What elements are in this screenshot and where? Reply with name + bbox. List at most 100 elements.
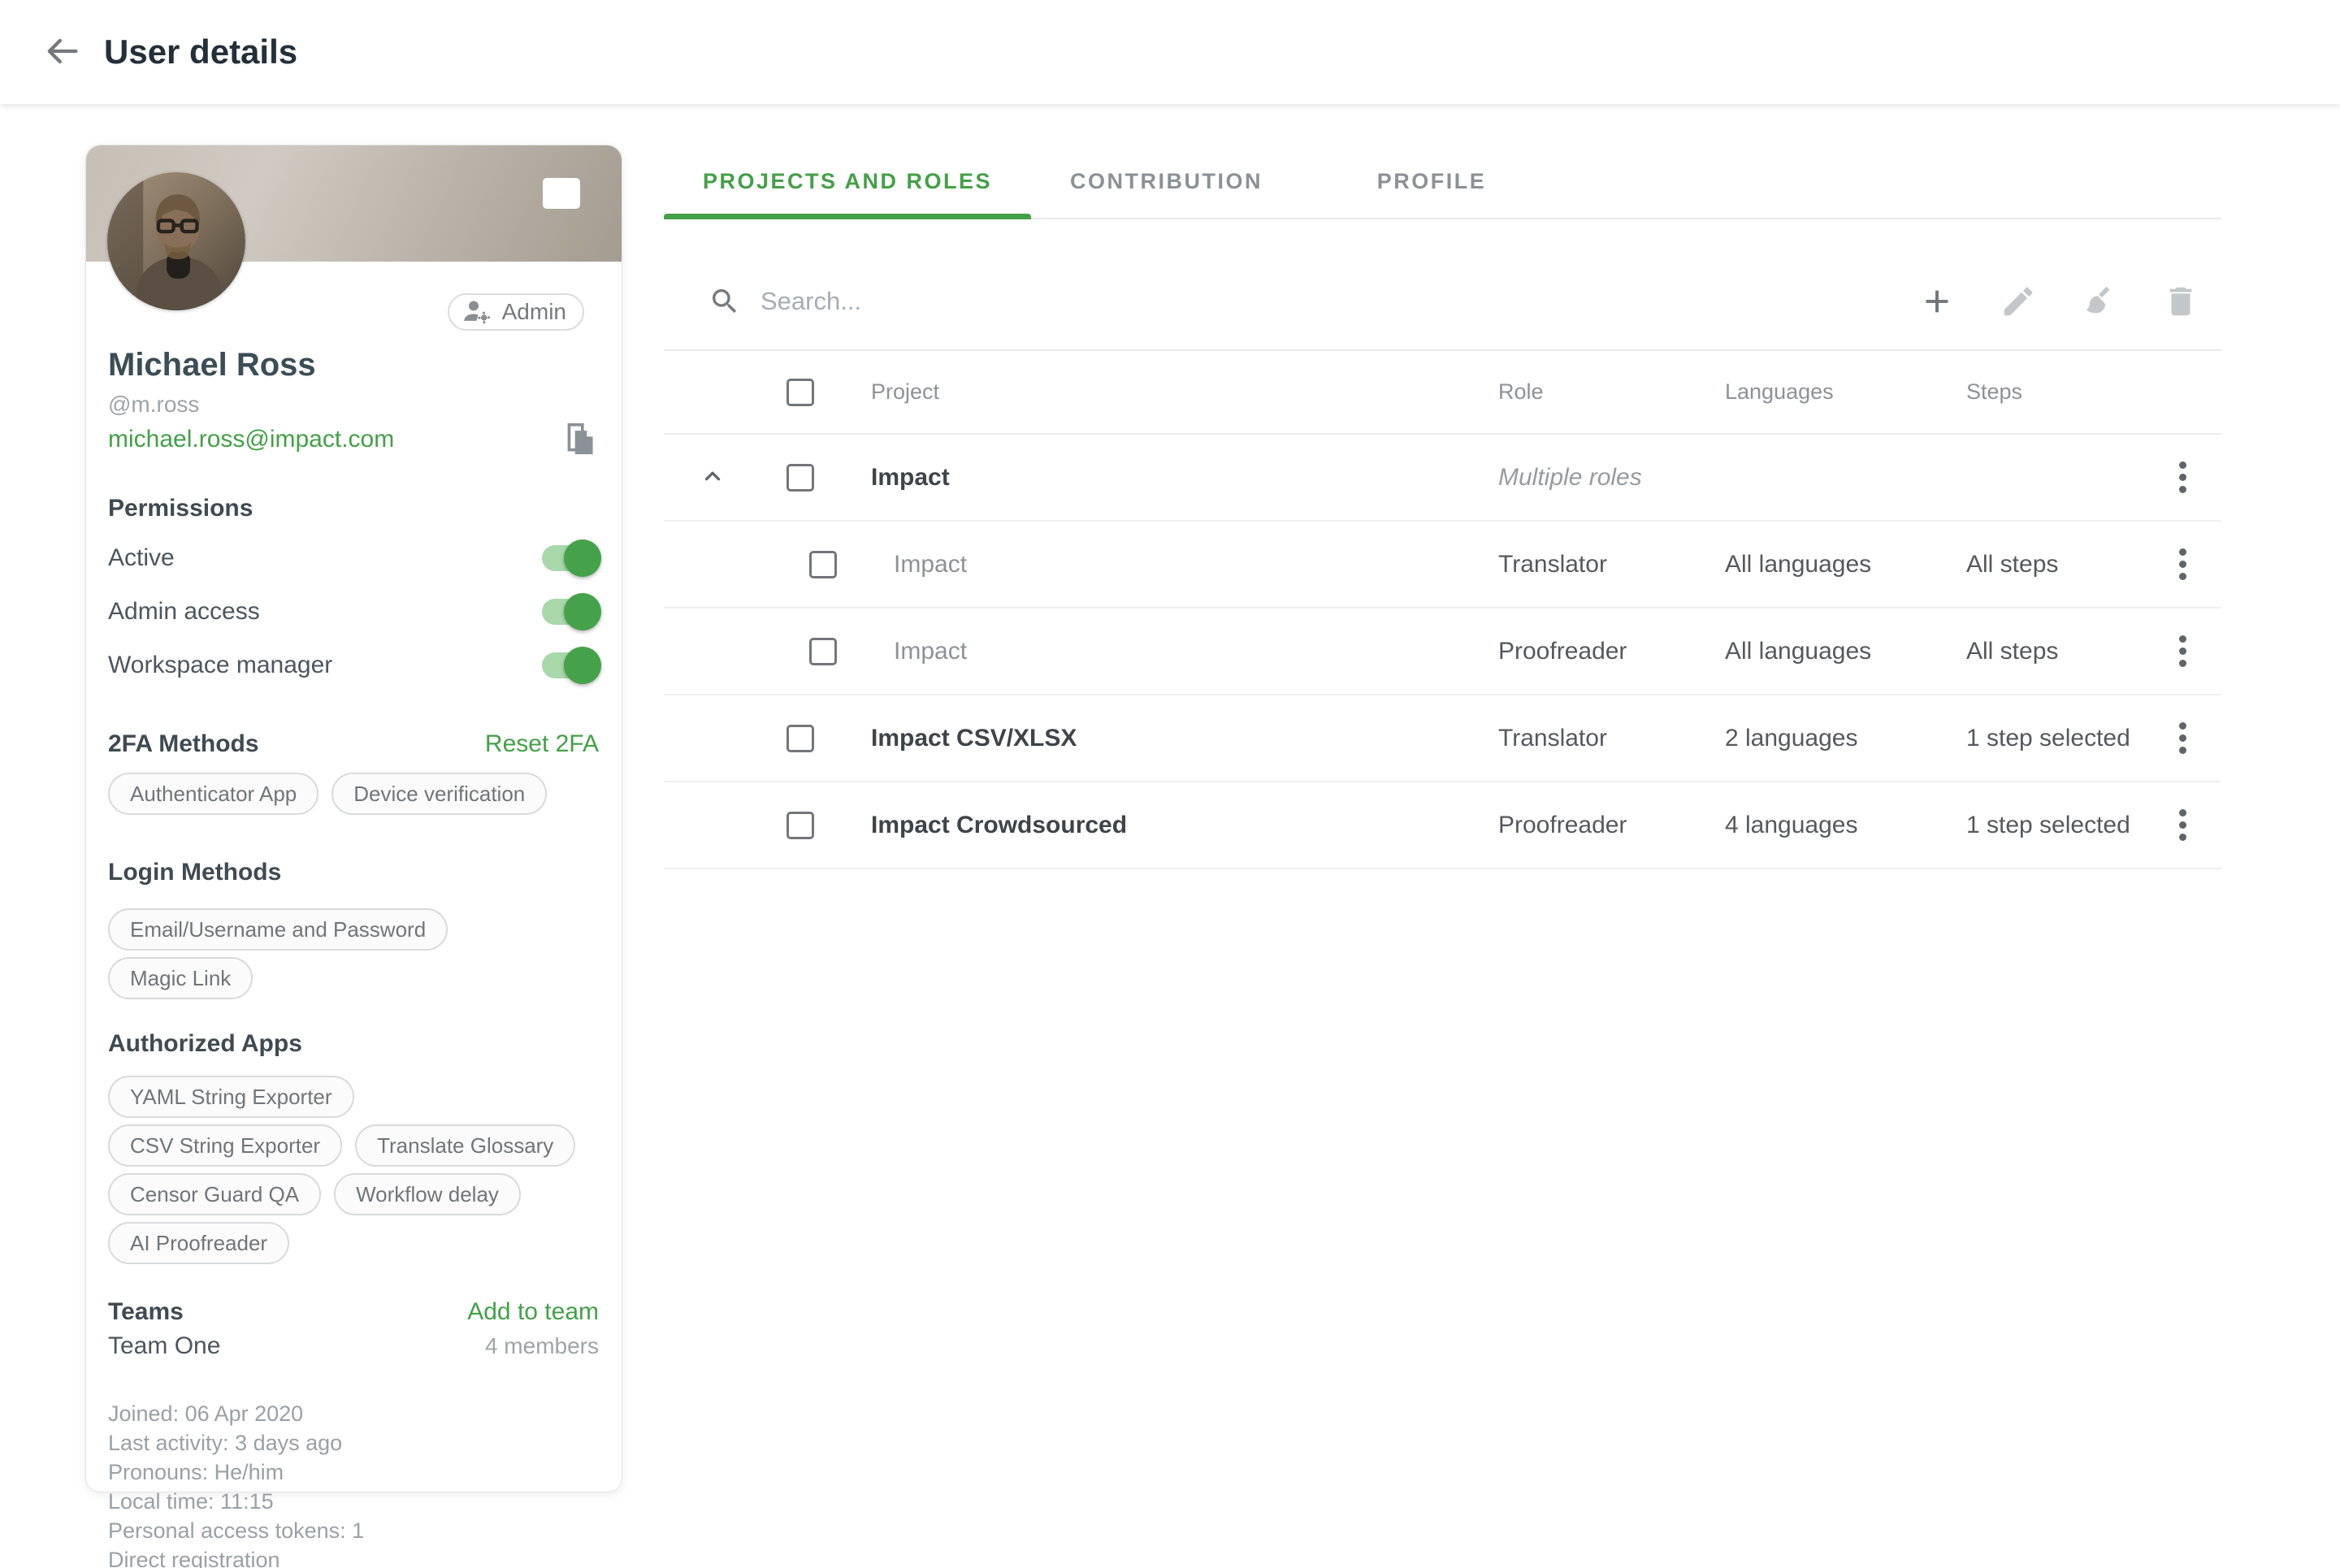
table-row: Impact Translator All languages All step…: [664, 522, 2221, 609]
permission-row-active: Active: [108, 535, 599, 581]
projects-panel: PROJECTS AND ROLES CONTRIBUTION PROFILE: [664, 145, 2221, 869]
workspace-manager-toggle[interactable]: [542, 652, 599, 678]
active-toggle[interactable]: [542, 545, 599, 571]
send-email-button[interactable]: [542, 176, 581, 210]
project-name: Impact: [871, 464, 1498, 492]
row-menu-button[interactable]: [2163, 458, 2202, 497]
user-email-link[interactable]: michael.ross@impact.com: [108, 426, 394, 453]
row-checkbox[interactable]: [786, 725, 814, 752]
tab-profile[interactable]: PROFILE: [1302, 145, 1562, 218]
table-actions: [1918, 282, 2200, 321]
column-header-role: Role: [1498, 379, 1725, 405]
steps-value: All steps: [1966, 551, 2156, 578]
permission-row-admin-access: Admin access: [108, 589, 599, 635]
search-icon: [708, 285, 741, 318]
column-header-languages: Languages: [1725, 379, 1966, 405]
admin-badge-label: Admin: [502, 299, 566, 325]
table-row: Impact Multiple roles: [664, 435, 2221, 522]
login-method-chip: Magic Link: [108, 957, 253, 999]
twofa-chip: Authenticator App: [108, 773, 318, 815]
steps-value: 1 step selected: [1966, 812, 2156, 839]
authorized-app-chip: AI Proofreader: [108, 1222, 289, 1264]
project-name: Impact: [871, 638, 1498, 665]
login-methods-heading: Login Methods: [108, 857, 599, 888]
clean-button[interactable]: [2080, 282, 2119, 321]
collapse-row-button[interactable]: [695, 460, 730, 496]
meta-registration: Direct registration: [108, 1545, 599, 1568]
row-checkbox[interactable]: [786, 464, 814, 492]
role-value: Proofreader: [1498, 638, 1725, 665]
select-all-checkbox[interactable]: [786, 379, 814, 406]
row-checkbox[interactable]: [809, 551, 837, 578]
row-menu-button[interactable]: [2163, 806, 2202, 845]
column-header-project: Project: [871, 379, 1498, 405]
meta-pronouns: Pronouns: He/him: [108, 1458, 599, 1487]
team-member-count: 4 members: [485, 1333, 599, 1359]
plus-icon: [1918, 283, 1956, 320]
languages-value: 4 languages: [1725, 812, 1966, 839]
languages-value: All languages: [1725, 551, 1966, 578]
back-button[interactable]: [39, 29, 84, 75]
row-menu-button[interactable]: [2163, 719, 2202, 758]
row-checkbox[interactable]: [786, 812, 814, 839]
row-menu-button[interactable]: [2163, 545, 2202, 584]
project-name: Impact: [871, 551, 1498, 578]
trash-icon: [2162, 283, 2199, 320]
twofa-heading: 2FA Methods: [108, 729, 259, 760]
meta-access-tokens: Personal access tokens: 1: [108, 1516, 599, 1545]
delete-button[interactable]: [2161, 282, 2200, 321]
table-toolbar: [664, 253, 2221, 351]
team-name: Team One: [108, 1332, 220, 1360]
project-name: Impact CSV/XLSX: [871, 725, 1498, 752]
copy-email-button[interactable]: [563, 422, 599, 457]
tab-projects-and-roles[interactable]: PROJECTS AND ROLES: [664, 145, 1031, 218]
login-method-chips: Email/Username and Password Magic Link: [108, 908, 599, 999]
meta-joined: Joined: 06 Apr 2020: [108, 1399, 599, 1428]
edit-button[interactable]: [1999, 282, 2038, 321]
envelope-icon: [542, 176, 581, 210]
add-to-team-link[interactable]: Add to team: [467, 1298, 599, 1326]
languages-value: All languages: [1725, 638, 1966, 665]
tab-bar: PROJECTS AND ROLES CONTRIBUTION PROFILE: [664, 145, 2221, 219]
pencil-icon: [2000, 283, 2037, 320]
login-method-chip: Email/Username and Password: [108, 908, 448, 951]
steps-value: All steps: [1966, 638, 2156, 665]
tab-contribution[interactable]: CONTRIBUTION: [1031, 145, 1302, 218]
table-row: Impact Proofreader All languages All ste…: [664, 609, 2221, 695]
app-bar: User details: [0, 0, 2340, 104]
row-checkbox[interactable]: [809, 638, 837, 665]
table-row: Impact CSV/XLSX Translator 2 languages 1…: [664, 695, 2221, 782]
authorized-app-chip: CSV String Exporter: [108, 1124, 342, 1167]
twofa-chip: Device verification: [332, 773, 547, 815]
reset-2fa-link[interactable]: Reset 2FA: [485, 730, 599, 758]
authorized-apps-heading: Authorized Apps: [108, 1029, 599, 1059]
table-row: Impact Crowdsourced Proofreader 4 langua…: [664, 782, 2221, 869]
user-username: @m.ross: [108, 391, 599, 418]
copy-icon: [565, 422, 597, 457]
admin-badge: Admin: [448, 293, 584, 331]
row-menu-button[interactable]: [2163, 632, 2202, 671]
role-value: Translator: [1498, 725, 1725, 752]
team-row: Team One 4 members: [108, 1332, 599, 1360]
user-name: Michael Ross: [108, 345, 599, 384]
meta-last-activity: Last activity: 3 days ago: [108, 1428, 599, 1458]
arrow-left-icon: [41, 30, 83, 72]
table-header: Project Role Languages Steps: [664, 351, 2221, 435]
permissions-heading: Permissions: [108, 493, 599, 524]
page-title: User details: [104, 32, 297, 71]
role-value: Multiple roles: [1498, 464, 1725, 492]
add-button[interactable]: [1918, 282, 1956, 321]
twofa-chips: Authenticator App Device verification: [108, 773, 599, 815]
authorized-app-chips: YAML String Exporter CSV String Exporter…: [108, 1076, 599, 1264]
steps-value: 1 step selected: [1966, 725, 2156, 752]
languages-value: 2 languages: [1725, 725, 1966, 752]
meta-local-time: Local time: 11:15: [108, 1487, 599, 1516]
manage-accounts-icon: [462, 298, 494, 326]
search-input[interactable]: [760, 287, 1918, 316]
teams-heading: Teams: [108, 1297, 184, 1328]
project-name: Impact Crowdsourced: [871, 812, 1498, 839]
admin-access-toggle[interactable]: [542, 599, 599, 625]
user-profile-card: Admin Michael Ross @m.ross michael.ross@…: [85, 145, 622, 1492]
avatar: [107, 172, 245, 310]
role-value: Proofreader: [1498, 812, 1725, 839]
